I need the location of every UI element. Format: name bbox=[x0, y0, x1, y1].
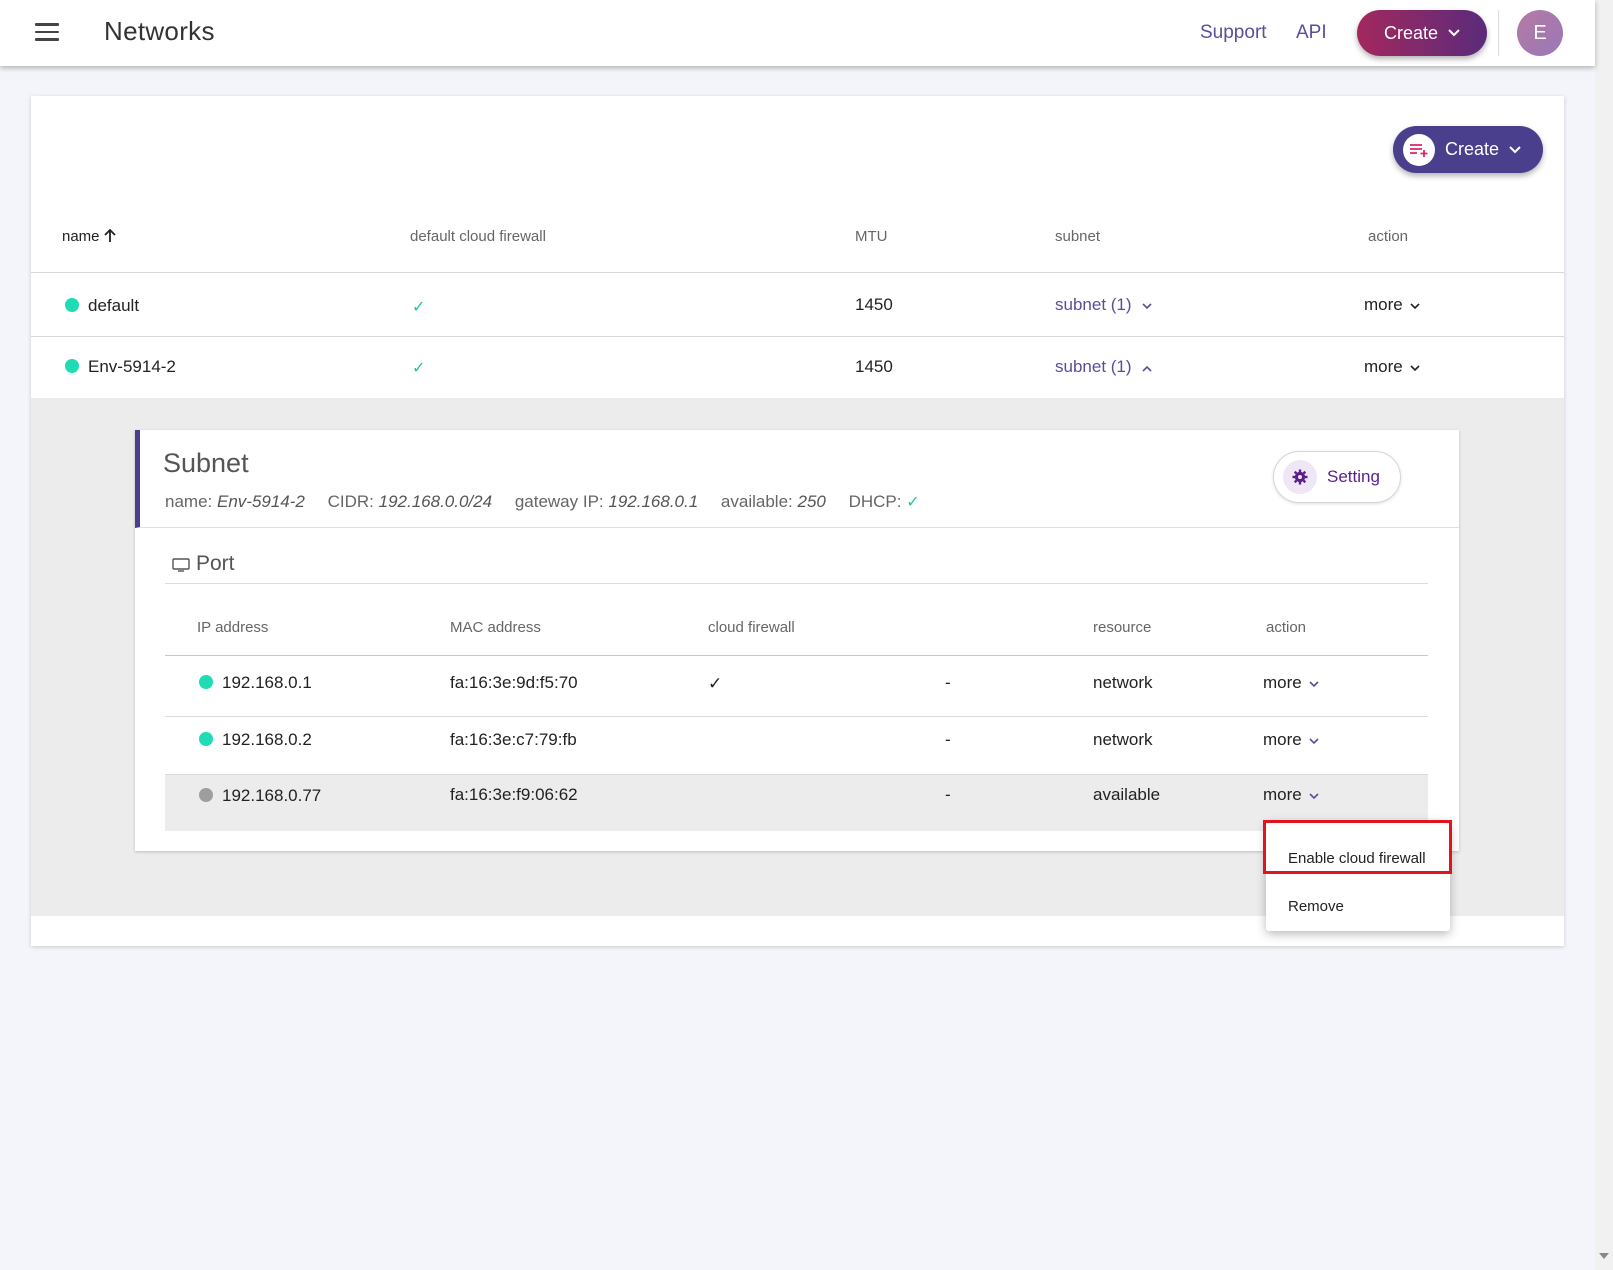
mtu-value: 1450 bbox=[855, 357, 893, 376]
status-dot-icon bbox=[199, 788, 213, 802]
more-button[interactable]: more bbox=[1364, 295, 1421, 315]
column-header-cloud-firewall: cloud firewall bbox=[708, 619, 795, 636]
menu-item-remove[interactable]: Remove bbox=[1288, 898, 1344, 915]
port-ip: 192.168.0.1 bbox=[199, 673, 312, 693]
column-header-mac: MAC address bbox=[450, 619, 541, 636]
sort-arrow-up-icon bbox=[104, 228, 116, 242]
port-dash: - bbox=[945, 785, 951, 804]
resource-link[interactable]: network bbox=[1093, 673, 1153, 693]
port-mac: fa:16:3e:c7:79:fb bbox=[450, 730, 577, 749]
check-icon: ✓ bbox=[412, 360, 426, 377]
create-button[interactable]: Create bbox=[1357, 10, 1487, 56]
port-mac: fa:16:3e:f9:06:62 bbox=[450, 785, 578, 804]
table-row-highlight bbox=[165, 775, 1428, 831]
subnet-toggle[interactable]: subnet (1) bbox=[1055, 295, 1152, 315]
column-header-mtu: MTU bbox=[855, 228, 888, 245]
status-dot-icon bbox=[199, 675, 213, 689]
column-header-action: action bbox=[1368, 228, 1409, 245]
chevron-down-icon bbox=[1309, 681, 1320, 688]
divider bbox=[31, 336, 1564, 337]
port-dash: - bbox=[945, 730, 951, 749]
chevron-down-icon bbox=[1309, 738, 1320, 745]
port-ip: 192.168.0.77 bbox=[199, 786, 321, 806]
subnet-title: Subnet bbox=[163, 448, 249, 478]
more-button[interactable]: more bbox=[1263, 673, 1320, 693]
more-dropdown-menu: Enable cloud firewall Remove bbox=[1266, 821, 1450, 931]
divider bbox=[165, 716, 1428, 717]
status-dot-icon bbox=[199, 732, 213, 746]
add-list-icon bbox=[1403, 133, 1435, 166]
chevron-up-icon bbox=[1142, 365, 1152, 372]
more-button[interactable]: more bbox=[1263, 785, 1320, 805]
port-ip: 192.168.0.2 bbox=[199, 730, 312, 750]
chevron-down-icon bbox=[1448, 29, 1460, 37]
chevron-down-icon bbox=[1142, 303, 1152, 310]
api-link[interactable]: API bbox=[1296, 22, 1327, 44]
divider bbox=[31, 272, 1564, 273]
resource-text: network bbox=[1093, 730, 1153, 749]
divider bbox=[1498, 10, 1499, 56]
subnet-toggle[interactable]: subnet (1) bbox=[1055, 357, 1152, 377]
status-dot-icon bbox=[65, 359, 79, 373]
column-header-firewall: default cloud firewall bbox=[410, 228, 546, 245]
scroll-down-arrow-icon[interactable] bbox=[1599, 1253, 1609, 1259]
column-header-resource: resource bbox=[1093, 619, 1152, 636]
create-network-label: Create bbox=[1445, 139, 1500, 159]
top-bar: Networks Support API Create E bbox=[0, 0, 1595, 66]
port-dash: - bbox=[945, 673, 951, 692]
column-header-action: action bbox=[1266, 619, 1307, 636]
create-network-button[interactable]: Create bbox=[1393, 126, 1543, 173]
mtu-value: 1450 bbox=[855, 295, 893, 314]
support-link[interactable]: Support bbox=[1200, 22, 1267, 44]
port-section-title: Port bbox=[172, 552, 235, 576]
check-icon: ✓ bbox=[708, 674, 723, 693]
more-button[interactable]: more bbox=[1263, 730, 1320, 750]
create-button-label: Create bbox=[1383, 22, 1439, 43]
setting-button[interactable]: Setting bbox=[1273, 451, 1401, 503]
network-name[interactable]: default bbox=[65, 296, 139, 316]
chevron-down-icon bbox=[1309, 793, 1320, 800]
chevron-down-icon bbox=[1410, 365, 1421, 372]
menu-item-enable-cloud-firewall[interactable]: Enable cloud firewall bbox=[1288, 850, 1426, 867]
chevron-down-icon bbox=[1410, 303, 1421, 310]
networks-card: Create name default cloud firewall MTU s… bbox=[31, 96, 1564, 946]
port-mac: fa:16:3e:9d:f5:70 bbox=[450, 673, 578, 692]
column-header-name[interactable]: name bbox=[62, 228, 116, 245]
subnet-header: Subnet name: Env-5914-2 CIDR: 192.168.0.… bbox=[135, 430, 1459, 528]
setting-label: Setting bbox=[1327, 467, 1380, 486]
status-dot-icon bbox=[65, 298, 79, 312]
subnet-details: name: Env-5914-2 CIDR: 192.168.0.0/24 ga… bbox=[165, 492, 920, 511]
subnet-panel: Subnet name: Env-5914-2 CIDR: 192.168.0.… bbox=[135, 430, 1459, 851]
column-header-subnet: subnet bbox=[1055, 228, 1101, 245]
avatar[interactable]: E bbox=[1517, 10, 1563, 56]
divider bbox=[165, 655, 1428, 656]
network-name[interactable]: Env-5914-2 bbox=[65, 357, 176, 377]
resource-text: available bbox=[1093, 785, 1161, 804]
divider bbox=[165, 583, 1428, 584]
check-icon: ✓ bbox=[906, 494, 920, 511]
page-title: Networks bbox=[104, 16, 215, 46]
scrollbar[interactable] bbox=[1595, 0, 1613, 1270]
monitor-icon bbox=[172, 558, 190, 572]
more-button[interactable]: more bbox=[1364, 357, 1421, 377]
menu-icon[interactable] bbox=[35, 23, 59, 41]
column-header-ip: IP address bbox=[197, 619, 269, 636]
gear-icon bbox=[1283, 460, 1317, 494]
check-icon: ✓ bbox=[412, 299, 426, 316]
chevron-down-icon bbox=[1509, 145, 1521, 153]
